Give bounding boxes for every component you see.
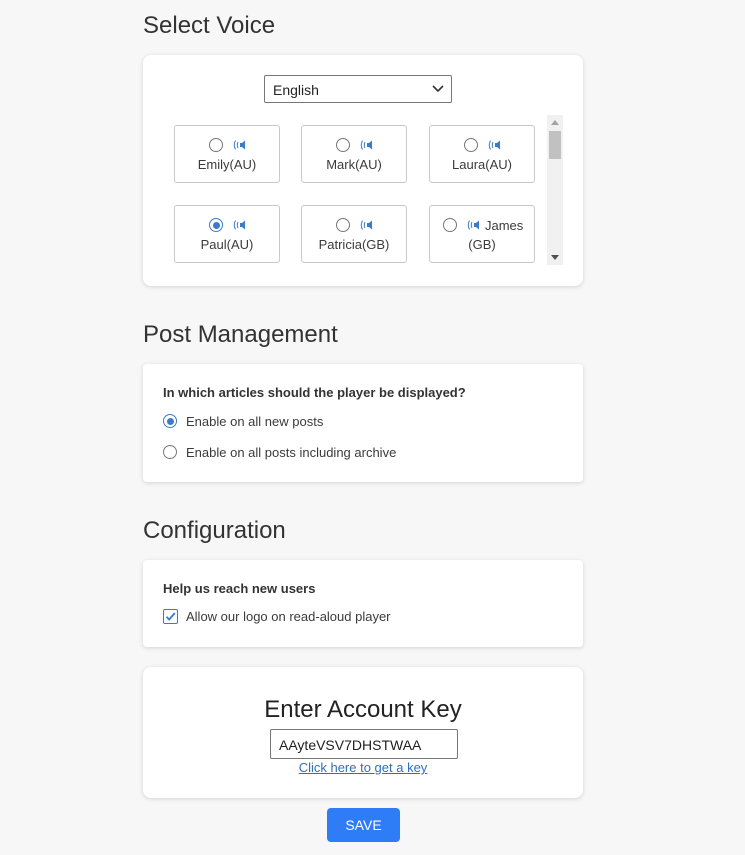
account-key-input[interactable]: AAyteVSV7DHSTWAA: [270, 729, 458, 759]
voice-name: James: [485, 218, 524, 233]
logo-checkbox[interactable]: [163, 609, 178, 624]
voice-name: Patricia(GB): [318, 237, 390, 252]
scrollbar-thumb[interactable]: [549, 131, 561, 159]
voice-name: Paul(AU): [200, 237, 254, 252]
language-select-value: English: [273, 82, 319, 98]
voice-name: Emily(AU): [197, 157, 257, 172]
configuration-title: Configuration: [143, 517, 286, 544]
display-question: In which articles should the player be d…: [163, 385, 466, 400]
voice-name: Laura(AU): [452, 157, 512, 172]
account-key-panel: Enter Account Key AAyteVSV7DHSTWAA Click…: [143, 667, 583, 798]
option-label: Enable on all new posts: [186, 414, 324, 429]
scroll-up-arrow-icon[interactable]: [551, 120, 559, 125]
post-management-panel: In which articles should the player be d…: [143, 364, 583, 482]
voice-card-panel: English Emily(AU) Mark(AU) Laura(AU) Pau…: [143, 55, 583, 286]
voice-radio[interactable]: [209, 138, 223, 152]
speaker-icon[interactable]: [232, 139, 247, 151]
voice-option-patricia[interactable]: Patricia(GB): [301, 205, 407, 263]
select-voice-title: Select Voice: [143, 12, 276, 39]
speaker-icon[interactable]: [359, 219, 374, 231]
account-key-value: AAyteVSV7DHSTWAA: [279, 737, 422, 753]
speaker-icon[interactable]: [232, 219, 247, 231]
voice-radio[interactable]: [336, 218, 350, 232]
voice-option-james[interactable]: James (GB): [429, 205, 535, 263]
voice-option-mark[interactable]: Mark(AU): [301, 125, 407, 183]
account-key-title: Enter Account Key: [264, 696, 462, 723]
speaker-icon[interactable]: [466, 219, 481, 231]
voice-option-emily[interactable]: Emily(AU): [174, 125, 280, 183]
scroll-down-arrow-icon[interactable]: [551, 255, 559, 260]
speaker-icon[interactable]: [359, 139, 374, 151]
speaker-icon[interactable]: [487, 139, 502, 151]
voice-radio[interactable]: [336, 138, 350, 152]
post-management-title: Post Management: [143, 321, 338, 348]
checkmark-icon: [165, 612, 176, 621]
radio-new-posts[interactable]: [163, 414, 177, 428]
option-label: Enable on all posts including archive: [186, 445, 397, 460]
checkbox-label: Allow our logo on read-aloud player: [186, 609, 391, 624]
voice-radio[interactable]: [443, 218, 457, 232]
config-question: Help us reach new users: [163, 581, 316, 596]
voice-name: Mark(AU): [326, 157, 382, 172]
configuration-panel: Help us reach new users Allow our logo o…: [143, 560, 583, 647]
get-key-link[interactable]: Click here to get a key: [143, 760, 583, 775]
radio-all-posts[interactable]: [163, 445, 177, 459]
save-button[interactable]: SAVE: [327, 808, 400, 842]
voice-radio[interactable]: [464, 138, 478, 152]
voice-name-suffix: (GB): [468, 237, 496, 252]
voice-radio-selected[interactable]: [209, 218, 223, 232]
voice-option-laura[interactable]: Laura(AU): [429, 125, 535, 183]
voice-list-scrollbar[interactable]: [547, 115, 563, 265]
voice-option-paul[interactable]: Paul(AU): [174, 205, 280, 263]
chevron-down-icon: [432, 85, 444, 93]
language-select[interactable]: English: [264, 75, 452, 103]
